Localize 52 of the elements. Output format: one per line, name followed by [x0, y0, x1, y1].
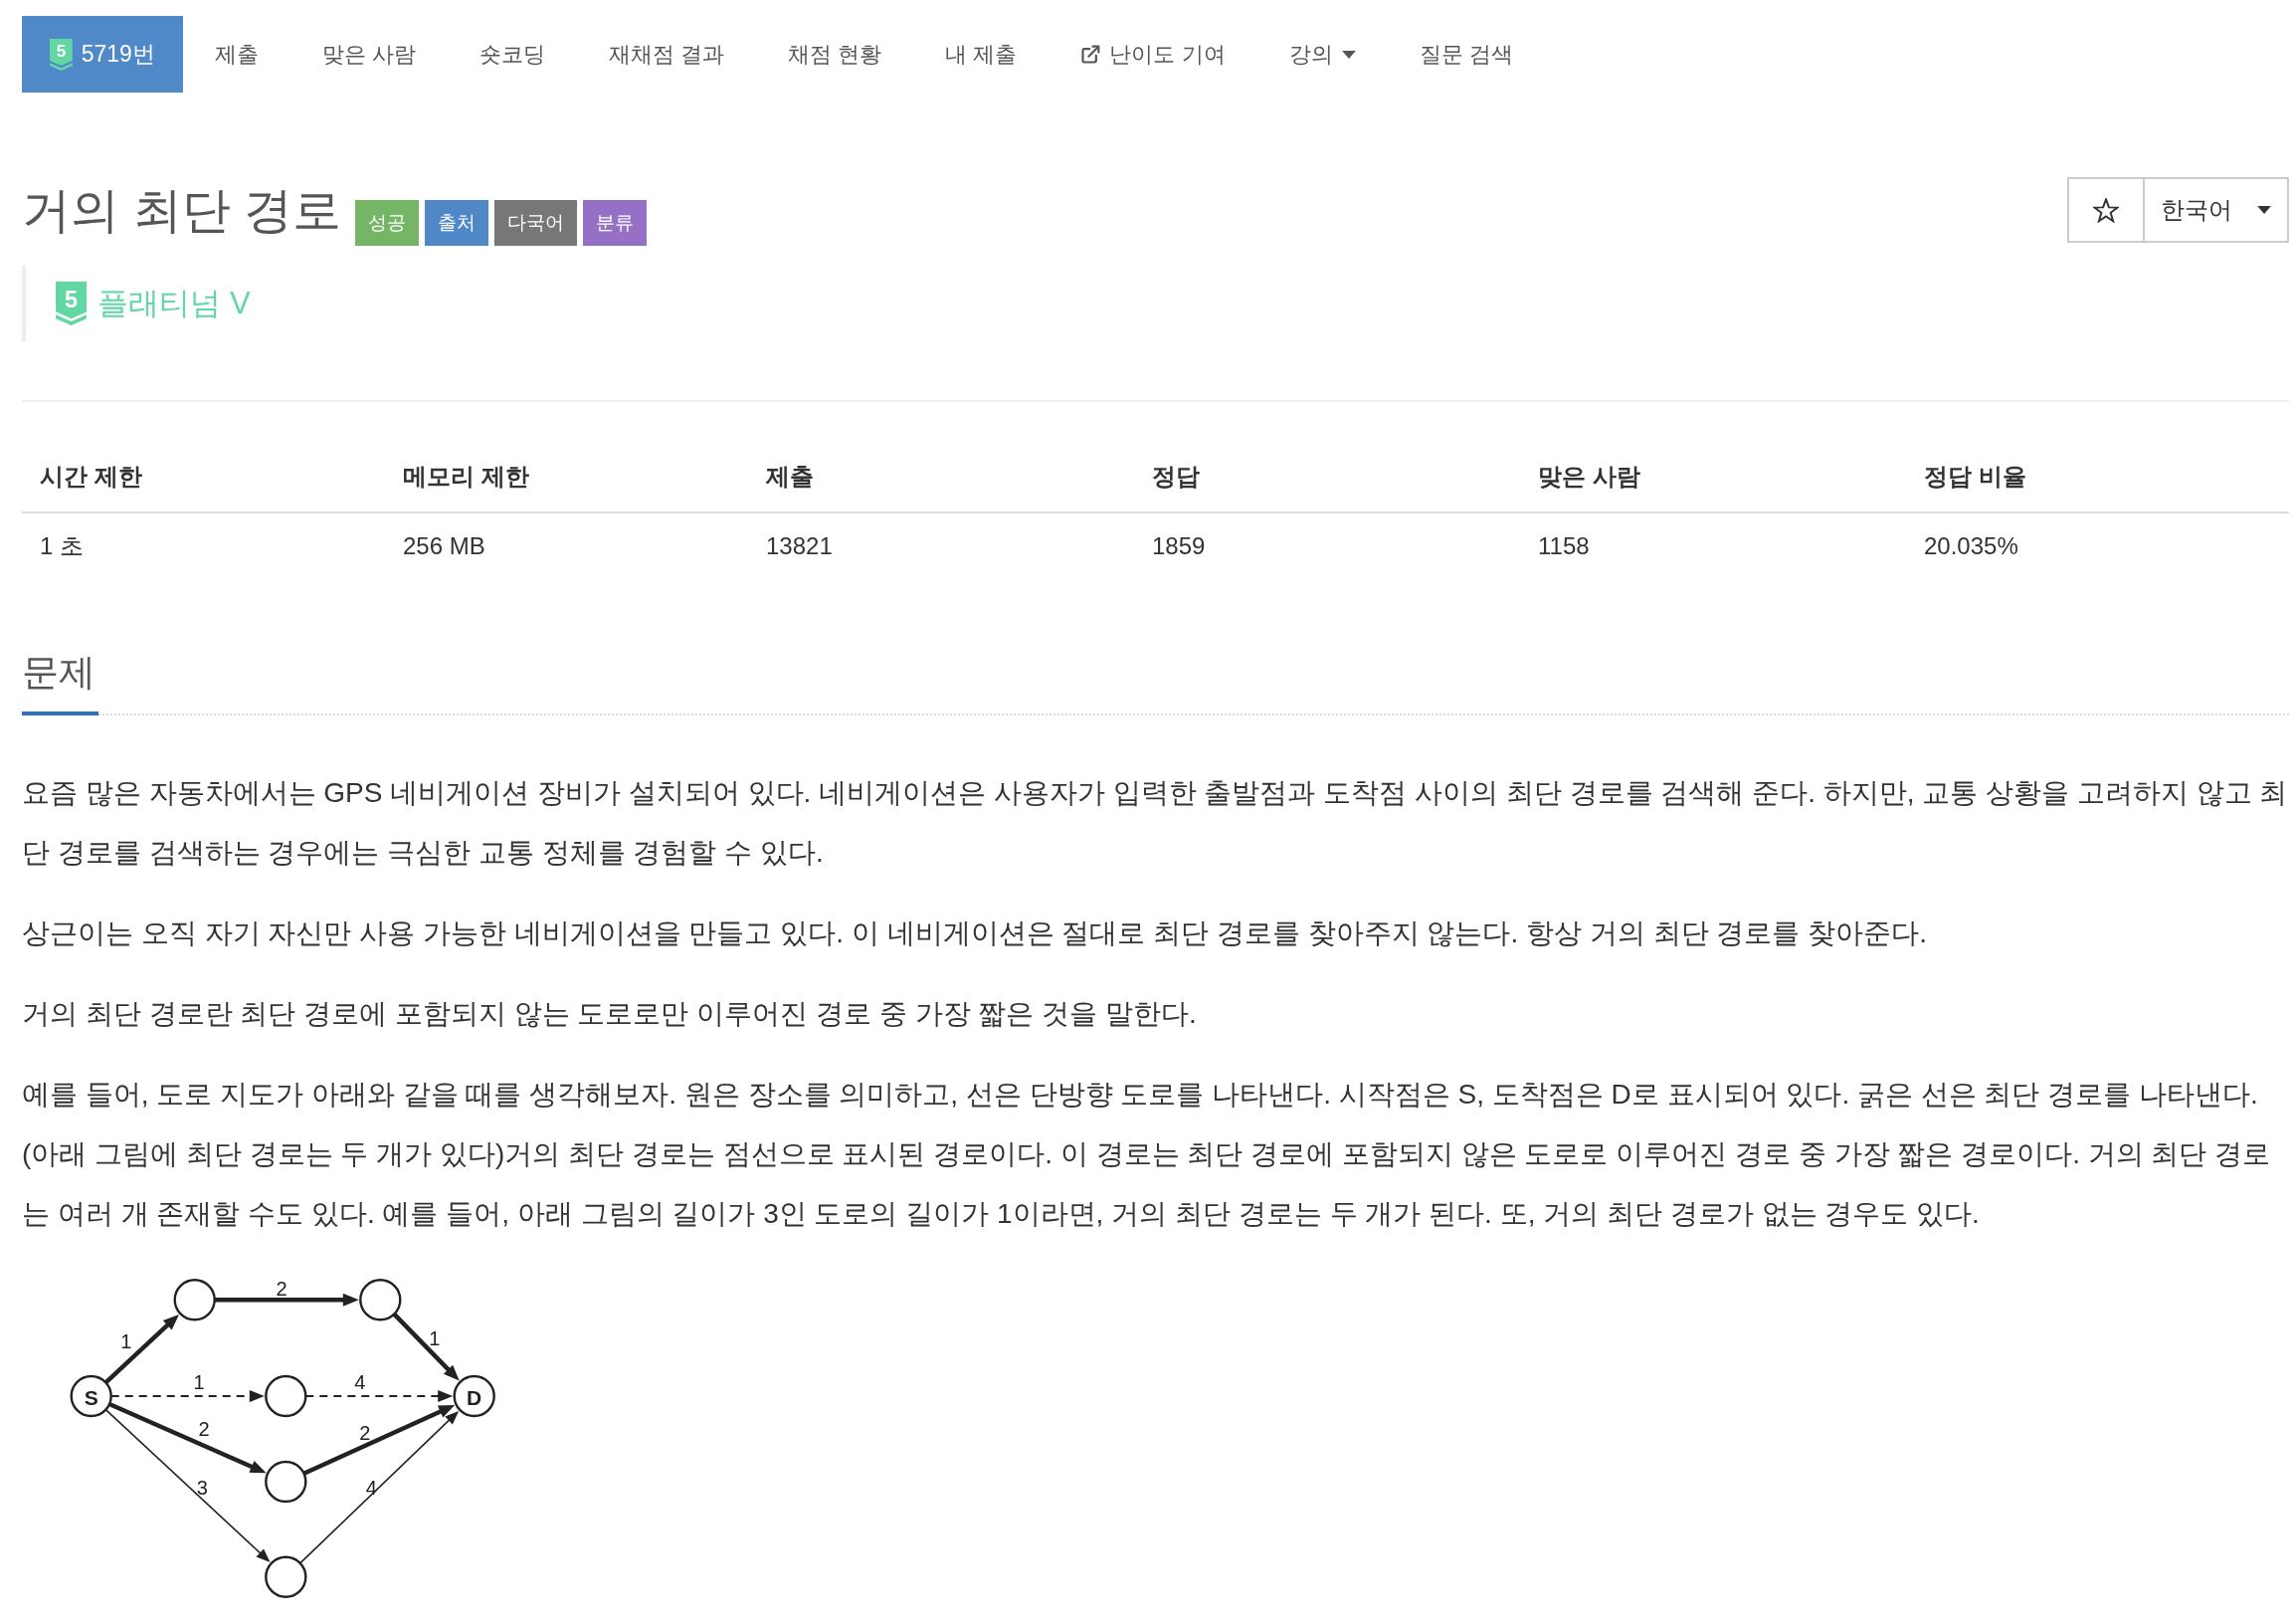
- problem-paragraph: 거의 최단 경로란 최단 경로에 포함되지 않는 도로로만 이루어진 경로 중 가장 짧은 것을 말한다.: [22, 997, 1198, 1031]
- nav-tab[interactable]: 내 제출: [913, 16, 1050, 93]
- nav-tab[interactable]: 5 5719번: [22, 16, 183, 93]
- table-cell: 1 초: [22, 512, 385, 579]
- nav-tab[interactable]: 제출: [182, 16, 290, 93]
- problem-title: 거의 최단 경로: [22, 182, 342, 239]
- edge-weight-label: 3: [196, 1476, 208, 1499]
- table-header-cell: 제출: [748, 442, 1134, 512]
- nav-tab[interactable]: 난이도 기여: [1049, 16, 1257, 93]
- edge-weight-label: 2: [276, 1277, 287, 1300]
- table-header-cell: 맞은 사람: [1520, 442, 1906, 512]
- tier-shield: 5: [50, 38, 73, 71]
- road-arrow: [392, 1313, 460, 1381]
- edge-weight-label: 1: [429, 1326, 441, 1349]
- nav-tab[interactable]: 질문 검색: [1387, 16, 1545, 93]
- table-header-cell: 메모리 제한: [385, 442, 748, 512]
- table-header-cell: 정답: [1134, 442, 1520, 512]
- place-node: D: [453, 1374, 495, 1418]
- nav-tab[interactable]: 재채점 결과: [577, 16, 757, 93]
- edge-weight-label: 2: [198, 1418, 210, 1440]
- place-node: [265, 1374, 307, 1418]
- tier-shield: 5: [56, 282, 88, 325]
- problem-tag[interactable]: 다국어: [494, 200, 578, 246]
- nav-tab[interactable]: 숏코딩: [448, 16, 578, 93]
- table-header-cell: 정답 비율: [1906, 442, 2289, 512]
- problem-paragraph: 요즘 많은 자동차에서는 GPS 네비게이션 장비가 설치되어 있다. 네비게이션은 사용자가 입력한 출발점과 도착점 사이의 최단 경로를 검색해 준다. 하지만, 교통 상황을 고려하지 않고 최단 경로를 검색하는 경우에는 극심한 교통 정체를 경험할 수 있다.: [22, 776, 2289, 870]
- edge-weight-label: 4: [354, 1371, 366, 1393]
- table-cell: 256 MB: [385, 512, 748, 579]
- place-node: [265, 1555, 307, 1598]
- place-node: [359, 1279, 402, 1321]
- external-link-icon: [1080, 44, 1101, 65]
- problem-paragraph: 예를 들어, 도로 지도가 아래와 같을 때를 생각해보자. 원은 장소를 의미하고, 선은 단방향 도로를 나타낸다. 시작점은 S, 도착점은 D로 표시되어 있다. 굵은 선은 최단 경로를 나타낸다. (아래 그림에 최단 경로는 두 개가 있다)거의 최단 경로는 점선으로 표시된 경로이다. 이 경로는 최단 경로에 포함되지 않은 도로로 이루어진 경로 중 가장 짧은 경로이다. 거의 최단 경로는 여러 개 존재할 수도 있다. 예를 들어, 아래 그림의 길이가 3인 도로의 길이가 1이라면, 거의 최단 경로는 두 개가 된다. 또, 거의 최단 경로가 없는 경우도 있다.: [22, 1078, 2272, 1231]
- table-header-cell: 시간 제한: [22, 442, 385, 512]
- table-cell: 13821: [748, 512, 1134, 579]
- nav-tab[interactable]: 맞은 사람: [289, 16, 449, 93]
- table-cell: 1158: [1520, 512, 1906, 579]
- place-node: [265, 1460, 307, 1504]
- edge-weight-label: 2: [359, 1421, 371, 1444]
- problem-tag[interactable]: 출처: [425, 200, 489, 246]
- table-cell: 20.035%: [1906, 512, 2289, 579]
- edge-weight-label: 1: [120, 1330, 132, 1352]
- table-cell: 1859: [1134, 512, 1520, 579]
- place-node: [173, 1279, 216, 1321]
- edge-weight-label: 1: [193, 1371, 205, 1393]
- problem-paragraph: 상근이는 오직 자기 자신만 사용 가능한 네비게이션을 만들고 있다. 이 네비게이션은 절대로 최단 경로를 찾아주지 않는다. 항상 거의 최단 경로를 찾아준다.: [22, 916, 1928, 950]
- caret-icon: [1341, 50, 1356, 59]
- place-node: S: [70, 1374, 112, 1418]
- problem-tag[interactable]: 분류: [583, 200, 648, 246]
- section-title: 문제: [22, 647, 98, 715]
- edge-weight-label: 4: [365, 1476, 377, 1499]
- nav-tab[interactable]: 채점 현황: [756, 16, 914, 93]
- nav-tab[interactable]: 강의: [1256, 16, 1388, 93]
